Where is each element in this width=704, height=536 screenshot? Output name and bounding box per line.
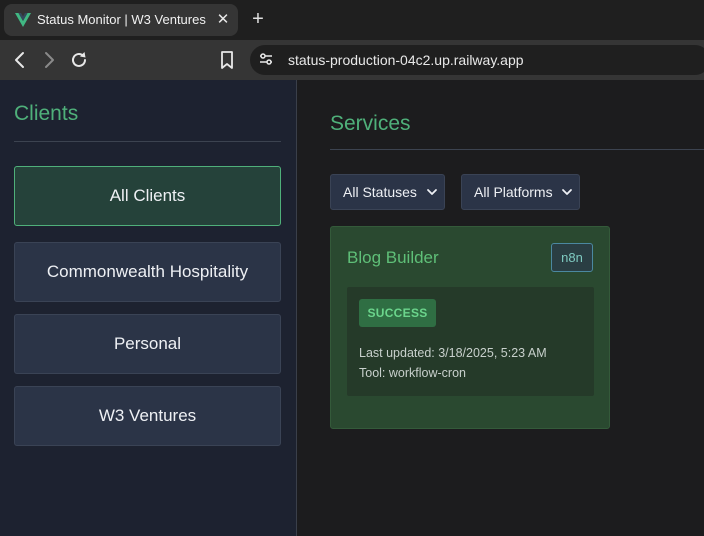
status-filter-value: All Statuses [343, 184, 417, 200]
service-card[interactable]: Blog Builder n8n SUCCESS Last updated: 3… [330, 226, 610, 429]
tab-title: Status Monitor | W3 Ventures [37, 12, 206, 27]
client-filter-all-clients[interactable]: All Clients [14, 166, 281, 226]
reload-icon[interactable] [68, 49, 90, 71]
site-settings-icon[interactable] [258, 51, 274, 67]
page: Clients All Clients Commonwealth Hospita… [0, 80, 704, 536]
page-title: Services [330, 112, 411, 135]
forward-icon[interactable] [38, 49, 60, 71]
browser-tab-bar: Status Monitor | W3 Ventures ✕ + [0, 0, 704, 40]
chevron-down-icon [427, 189, 437, 195]
status-filter-select[interactable]: All Statuses [330, 174, 445, 210]
service-name: Blog Builder [347, 248, 439, 267]
browser-tab[interactable]: Status Monitor | W3 Ventures ✕ [4, 4, 238, 36]
back-icon[interactable] [9, 49, 31, 71]
last-updated-text: Last updated: 3/18/2025, 5:23 AM [359, 346, 547, 360]
platform-badge: n8n [551, 243, 593, 272]
close-tab-icon[interactable]: ✕ [213, 10, 233, 30]
client-filter-w3-ventures[interactable]: W3 Ventures [14, 386, 281, 446]
divider [14, 141, 281, 142]
url-text[interactable]: status-production-04c2.up.railway.app [288, 52, 524, 68]
tool-text: Tool: workflow-cron [359, 366, 466, 380]
platform-filter-value: All Platforms [474, 184, 553, 200]
new-tab-button[interactable]: + [247, 9, 269, 31]
bookmark-icon[interactable] [216, 49, 238, 71]
vue-logo-icon [15, 13, 31, 27]
status-badge: SUCCESS [359, 299, 436, 327]
chevron-down-icon [562, 189, 572, 195]
client-filter-commonwealth-hospitality[interactable]: Commonwealth Hospitality [14, 242, 281, 302]
divider [330, 149, 704, 150]
sidebar-title: Clients [14, 102, 79, 125]
client-filter-personal[interactable]: Personal [14, 314, 281, 374]
service-status-panel: SUCCESS Last updated: 3/18/2025, 5:23 AM… [347, 287, 594, 396]
clients-sidebar: Clients All Clients Commonwealth Hospita… [0, 80, 297, 536]
platform-filter-select[interactable]: All Platforms [461, 174, 580, 210]
